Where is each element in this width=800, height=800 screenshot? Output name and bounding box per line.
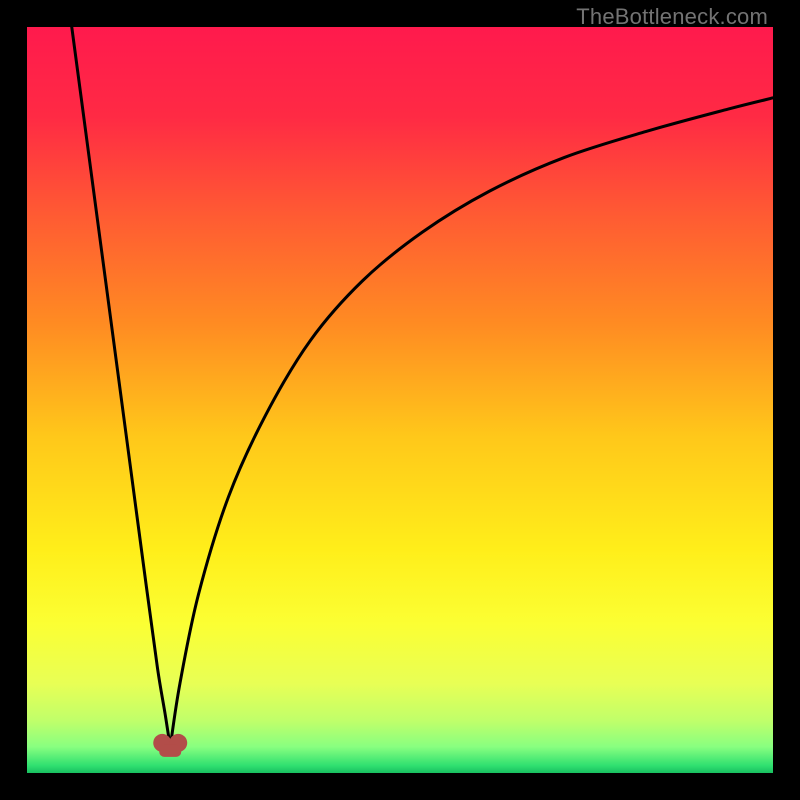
- watermark-text: TheBottleneck.com: [576, 4, 768, 30]
- chart-frame: [27, 27, 773, 773]
- gradient-bg: [27, 27, 773, 773]
- chart-svg: [27, 27, 773, 773]
